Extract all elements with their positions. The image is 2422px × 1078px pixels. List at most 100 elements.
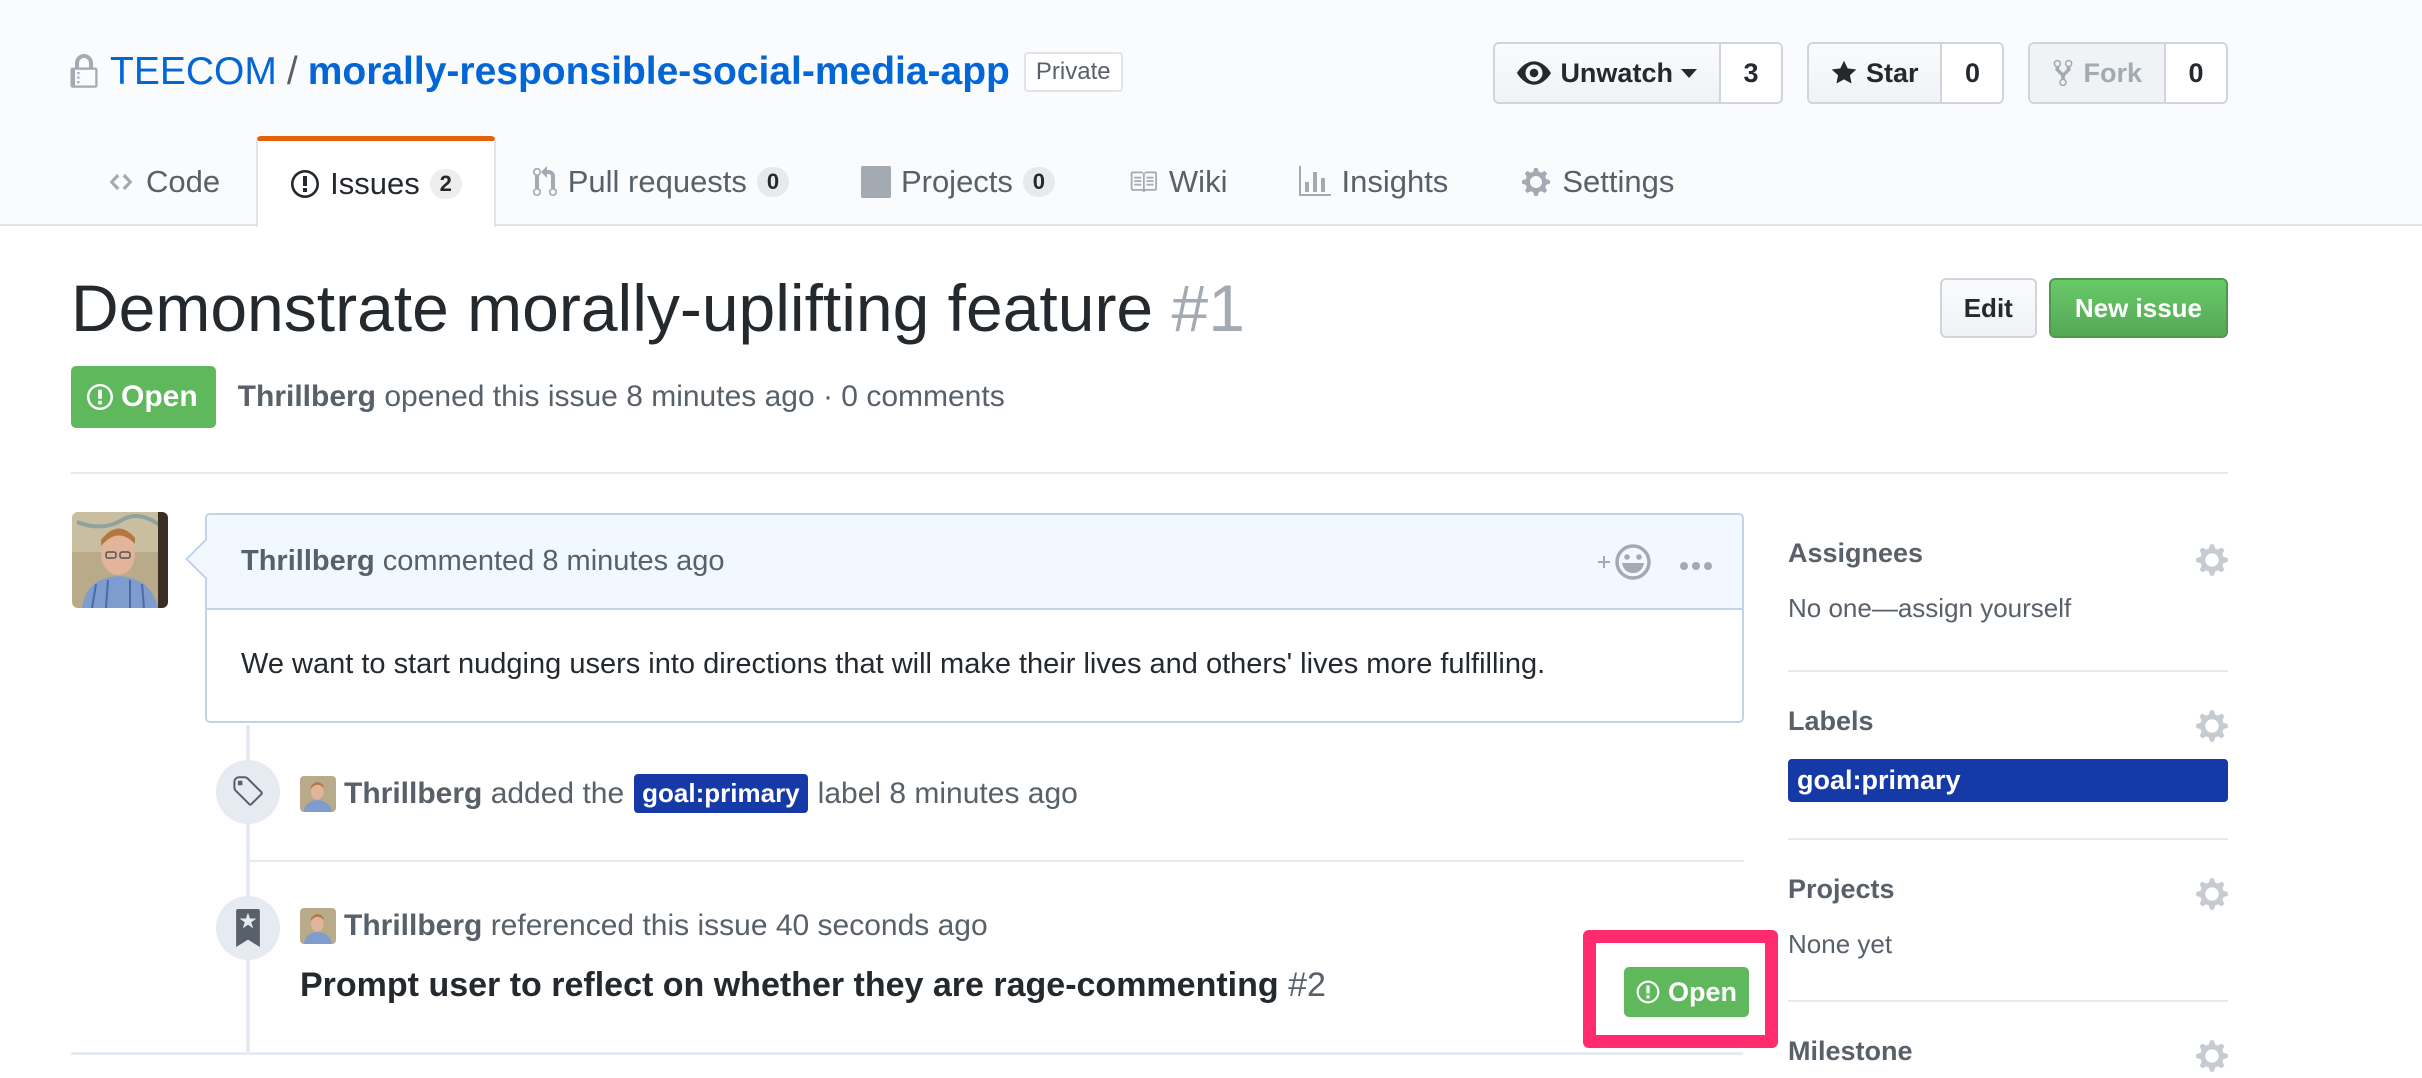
sidebar-assignees: Assignees No one—assign yourself [1788, 522, 2228, 672]
gear-icon[interactable] [2196, 876, 2228, 912]
labeled-event-badge [216, 760, 280, 824]
tab-wiki[interactable]: Wiki [1091, 136, 1264, 227]
sidebar-milestone: Milestone [1788, 1002, 2228, 1078]
issue-header-actions: Edit New issue [1939, 278, 2228, 338]
repo-title: TEECOM / morally-responsible-social-medi… [70, 46, 1123, 98]
milestone-heading[interactable]: Milestone [1788, 1002, 2228, 1067]
comment-author-avatar[interactable] [72, 512, 168, 608]
tab-settings-label: Settings [1562, 163, 1675, 199]
star-button-group: Star 0 [1806, 42, 2005, 104]
tag-icon [233, 776, 263, 806]
tab-projects-label: Projects [900, 163, 1013, 199]
tab-issues-label: Issues [330, 166, 420, 201]
referenced-issue-state: Open [1624, 967, 1750, 1017]
tab-projects[interactable]: Projects 0 [825, 136, 1091, 227]
sidebar-projects: Projects None yet [1788, 840, 2228, 1002]
referenced-state-badge: Open [1624, 967, 1750, 1017]
code-icon [109, 173, 133, 190]
project-icon [860, 165, 891, 198]
add-reaction-button[interactable] [1596, 541, 1654, 583]
repo-name-link[interactable]: morally-responsible-social-media-app [308, 50, 1010, 94]
label-goal-primary[interactable]: goal:primary [634, 774, 808, 813]
event-actor-avatar[interactable] [300, 775, 336, 812]
star-icon [1831, 60, 1857, 84]
issue-sidebar: Assignees No one—assign yourself Labels … [1788, 522, 2228, 1078]
gear-icon[interactable] [2196, 542, 2228, 578]
gear-icon [1522, 167, 1551, 196]
issue-comment: Thrillberg commented 8 minutes ago We wa… [185, 513, 1744, 723]
assign-yourself-link[interactable]: No one—assign yourself [1788, 593, 2228, 624]
comment-header: Thrillberg commented 8 minutes ago [207, 515, 1742, 610]
event-actor-link[interactable]: Thrillberg [344, 777, 482, 811]
labeled-event: Thrillberg added the goal:primary label … [300, 774, 1078, 813]
watch-button-group: Unwatch 3 [1493, 42, 1783, 104]
caret-down-icon [1680, 68, 1697, 78]
referenced-issue-link[interactable]: Prompt user to reflect on whether they a… [300, 966, 1326, 1005]
tab-issues[interactable]: Issues 2 [256, 136, 496, 227]
referenced-issue-title: Prompt user to reflect on whether they a… [300, 966, 1279, 1004]
sidebar-label-goal-primary[interactable]: goal:primary [1788, 759, 2228, 802]
pull-requests-counter: 0 [756, 166, 789, 197]
kebab-horizontal-icon [1680, 561, 1712, 570]
projects-heading[interactable]: Projects [1788, 840, 2228, 905]
repo-nav: Code Issues 2 Pull requests 0 Projects 0… [70, 136, 1710, 227]
assignees-heading[interactable]: Assignees [1788, 522, 2228, 569]
unwatch-label: Unwatch [1560, 57, 1673, 88]
issue-opened-icon [291, 170, 320, 198]
smiley-icon [1598, 544, 1651, 580]
event-text: referenced this issue 40 seconds ago [490, 909, 988, 942]
tab-code[interactable]: Code [70, 136, 256, 227]
issue-opened-text: opened this issue 8 minutes ago · 0 comm… [384, 380, 1005, 413]
issue-title-text: Demonstrate morally-uplifting feature [71, 271, 1154, 345]
fork-label: Fork [2083, 57, 2142, 88]
referenced-event: Thrillberg referenced this issue 40 seco… [300, 908, 988, 944]
referenced-issue-number: #2 [1288, 966, 1326, 1004]
star-button[interactable]: Star [1808, 44, 1943, 102]
tab-wiki-label: Wiki [1168, 163, 1228, 199]
graph-icon [1299, 165, 1332, 196]
gear-icon[interactable] [2196, 708, 2228, 744]
comment-author-link[interactable]: Thrillberg [241, 545, 375, 578]
event-actor-avatar[interactable] [300, 908, 336, 944]
stargazers-count[interactable]: 0 [1942, 44, 2003, 102]
issue-number: #1 [1171, 271, 1245, 345]
projects-value: None yet [1788, 929, 1893, 959]
projects-counter: 0 [1022, 166, 1055, 197]
comment-options-button[interactable] [1680, 546, 1712, 579]
issue-state-badge: Open [71, 366, 216, 428]
git-pull-request-icon [532, 165, 557, 196]
comment-timestamp[interactable]: commented 8 minutes ago [383, 545, 725, 578]
eye-icon [1517, 61, 1552, 85]
private-badge: Private [1023, 52, 1123, 92]
forks-count[interactable]: 0 [2166, 44, 2226, 102]
issue-state-label: Open [121, 380, 198, 413]
repo-actions: Unwatch 3 Star 0 Fork 0 [1493, 42, 2228, 104]
referenced-event-badge [216, 896, 280, 960]
event-actor-link[interactable]: Thrillberg [344, 909, 482, 943]
tab-pull-requests-label: Pull requests [567, 163, 747, 199]
gear-icon[interactable] [2196, 1038, 2228, 1074]
labels-heading[interactable]: Labels [1788, 672, 2228, 737]
tab-settings[interactable]: Settings [1484, 136, 1710, 227]
new-issue-button[interactable]: New issue [2048, 278, 2228, 338]
unwatch-button[interactable]: Unwatch [1495, 44, 1721, 102]
issue-title: Demonstrate morally-uplifting feature #1 [71, 270, 1245, 346]
comment-actions [1596, 541, 1712, 583]
repo-owner-link[interactable]: TEECOM [110, 50, 277, 94]
bookmark-icon [236, 909, 260, 947]
tab-pull-requests[interactable]: Pull requests 0 [496, 136, 825, 227]
event-divider [248, 860, 1744, 862]
edit-button[interactable]: Edit [1939, 278, 2037, 338]
issue-author-link[interactable]: Thrillberg [238, 380, 376, 413]
watchers-count[interactable]: 3 [1720, 44, 1781, 102]
header-divider [71, 472, 2228, 474]
fork-button[interactable]: Fork [2030, 44, 2166, 102]
event-timestamp: label 8 minutes ago [817, 776, 1078, 810]
tab-insights[interactable]: Insights [1263, 136, 1484, 227]
issue-meta: Open Thrillberg opened this issue 8 minu… [71, 366, 1005, 428]
sidebar-labels: Labels goal:primary [1788, 672, 2228, 840]
book-icon [1130, 171, 1157, 192]
issue-opened-icon [87, 384, 113, 410]
lock-icon [70, 54, 98, 90]
fork-button-group: Fork 0 [2028, 42, 2228, 104]
